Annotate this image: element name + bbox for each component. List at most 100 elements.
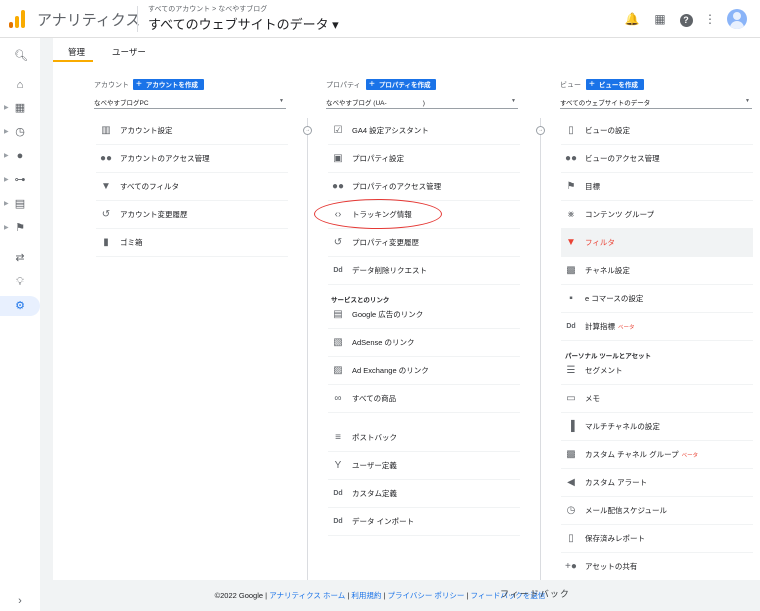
menu-item-channel[interactable]: ▩ チャネル設定 [561, 257, 753, 285]
menu-item-person-add[interactable]: +● アセットの共有 [561, 553, 753, 581]
chevron-down-icon: ▼ [279, 98, 284, 104]
fork-icon: Y [334, 460, 342, 471]
menu-item-dd[interactable]: Dd 計算指標 ベータ [561, 313, 753, 341]
footer-link-privacy[interactable]: プライバシー ポリシー [387, 591, 464, 600]
menu-item-label: カスタム チャネル グループ ベータ [585, 450, 699, 459]
menu-item-dd[interactable]: Dd データ インポート [328, 508, 520, 536]
history-icon: ↺ [101, 209, 111, 220]
account-select[interactable]: なべやすブログPC ▼ [94, 97, 286, 109]
footer-link-home[interactable]: アナリティクス ホーム [269, 591, 345, 600]
menu-item-label: アカウント変更履歴 [120, 210, 188, 219]
apps-icon[interactable]: ▦ [652, 11, 668, 27]
menu-item-fork[interactable]: Y ユーザー定義 [328, 452, 520, 480]
menu-item-dd[interactable]: Dd データ削除リクエスト [328, 257, 520, 285]
menu-item-cart[interactable]: ▪ e コマースの設定 [561, 285, 753, 313]
menu-item-people[interactable]: ●● ビューのアクセス管理 [561, 145, 753, 173]
menu-item-label: カスタム定義 [352, 489, 397, 498]
history-icon: ↺ [333, 237, 343, 248]
menu-item-note[interactable]: ▭ メモ [561, 385, 753, 413]
footer-link-terms[interactable]: 利用規約 [351, 591, 381, 600]
help-icon[interactable]: ? [678, 11, 694, 27]
menu-item-filter[interactable]: ▼ すべてのフィルタ [96, 173, 288, 201]
menu-item-window[interactable]: ▣ プロパティ設定 [328, 145, 520, 173]
menu-item-clock[interactable]: ◷ メール配信スケジュール [561, 497, 753, 525]
menu-item-bars[interactable]: ▐ マルチチャネルの設定 [561, 413, 753, 441]
people-icon: ●● [99, 153, 113, 164]
trash-icon: ▮ [103, 237, 109, 248]
menu-item-history[interactable]: ↺ アカウント変更履歴 [96, 201, 288, 229]
attribution-icon[interactable]: ⇄ [0, 248, 40, 268]
menu-item-channel[interactable]: ▩ カスタム チャネル グループ ベータ [561, 441, 753, 469]
checklist-icon: ☑ [333, 125, 343, 136]
menu-item-megaphone[interactable]: ◀ カスタム アラート [561, 469, 753, 497]
insights-icon[interactable]: 💡︎ [0, 272, 40, 292]
conversions-icon[interactable]: ▶ ⚑ [0, 218, 40, 238]
account-avatar[interactable] [727, 9, 747, 29]
tab-user[interactable]: ユーザー [112, 46, 146, 58]
menu-item-filter[interactable]: ▼ フィルタ [561, 229, 753, 257]
menu-item-label: セグメント [585, 366, 623, 375]
doc-icon: ▯ [568, 533, 574, 544]
menu-item-label: すべてのフィルタ [120, 182, 180, 191]
menu-item-label: メモ [585, 394, 600, 403]
feedback-overlay: フィードバック [500, 589, 570, 599]
menu-item-doc[interactable]: ▯ ビューの設定 [561, 117, 753, 145]
property-selector[interactable]: すべてのウェブサイトのデータ ▾ [148, 14, 339, 33]
menu-item-figure[interactable]: ⨳ コンテンツ グループ [561, 201, 753, 229]
view-select[interactable]: すべてのウェブサイトのデータ ▼ [560, 97, 752, 109]
menu-item-segment[interactable]: ☰ セグメント [561, 357, 753, 385]
menu-item-dd[interactable]: Dd カスタム定義 [328, 480, 520, 508]
people-icon: ●● [331, 181, 345, 192]
menu-item-people[interactable]: ●● プロパティのアクセス管理 [328, 173, 520, 201]
admin-gear-icon[interactable]: ⚙ [0, 296, 40, 316]
property-column-label: プロパティ [326, 82, 361, 89]
create-account-label: アカウントを作成 [145, 82, 198, 89]
menu-item-adsense[interactable]: ▧ AdSense のリンク [328, 329, 520, 357]
create-property-label: プロパティを作成 [378, 82, 431, 89]
customization-icon[interactable]: ▶ ▦ [0, 98, 40, 118]
menu-item-adexchange[interactable]: ▨ Ad Exchange のリンク [328, 357, 520, 385]
acquisition-icon[interactable]: ▶ ⊶ [0, 170, 40, 190]
behavior-icon[interactable]: ▶ ▤ [0, 194, 40, 214]
menu-item-label: Google 広告のリンク [352, 310, 424, 319]
menu-item-history[interactable]: ↺ プロパティ変更履歴 [328, 229, 520, 257]
ads-icon: ▤ [333, 309, 343, 320]
doc-icon: ▯ [568, 125, 574, 136]
create-account-button[interactable]: + アカウントを作成 [133, 79, 204, 90]
menu-item-label: アセットの共有 [585, 562, 638, 571]
column-separator [540, 118, 541, 580]
menu-item-ads[interactable]: ▤ Google 広告のリンク [328, 301, 520, 329]
cart-icon: ▪ [569, 293, 573, 304]
menu-item-link[interactable]: ∞ すべての商品 [328, 385, 520, 413]
menu-item-doc[interactable]: ▯ 保存済みレポート [561, 525, 753, 553]
tab-admin[interactable]: 管理 [68, 46, 85, 58]
menu-item-flag[interactable]: ⚑ 目標 [561, 173, 753, 201]
people-icon: ●● [564, 153, 578, 164]
menu-item-building[interactable]: ▥ アカウント設定 [96, 117, 288, 145]
analytics-logo[interactable] [9, 10, 25, 28]
menu-item-postback[interactable]: ≡ ポストバック [328, 424, 520, 452]
menu-item-people[interactable]: ●● アカウントのアクセス管理 [96, 145, 288, 173]
menu-item-trash[interactable]: ▮ ゴミ箱 [96, 229, 288, 257]
realtime-icon[interactable]: ▶ ◷ [0, 122, 40, 142]
create-property-button[interactable]: + プロパティを作成 [366, 79, 437, 90]
bell-icon[interactable]: 🔔 [624, 11, 640, 27]
header-divider [137, 6, 138, 32]
column-separator [307, 118, 308, 580]
breadcrumb[interactable]: すべてのアカウント > なべやすブログ [148, 4, 267, 14]
menu-item-label: ビューの設定 [585, 126, 630, 135]
menu-item-label: プロパティ設定 [352, 154, 405, 163]
search-icon[interactable]: 🔍︎ [0, 46, 40, 66]
menu-item-label: コンテンツ グループ [585, 210, 655, 219]
beta-badge: ベータ [681, 453, 699, 459]
highlight-circle [314, 199, 442, 229]
audience-icon[interactable]: ▶ ● [0, 146, 40, 166]
home-icon[interactable]: ⌂ [0, 75, 40, 95]
adexchange-icon: ▨ [333, 365, 343, 376]
property-select[interactable]: なべやすブログ (UA- ) ▼ [326, 97, 518, 109]
menu-item-checklist[interactable]: ☑ GA4 設定アシスタント [328, 117, 520, 145]
create-view-button[interactable]: + ビューを作成 [586, 79, 644, 90]
more-icon[interactable]: ⋮ [702, 11, 718, 27]
link-icon: ∞ [334, 393, 342, 404]
beta-badge: ベータ [618, 325, 635, 331]
